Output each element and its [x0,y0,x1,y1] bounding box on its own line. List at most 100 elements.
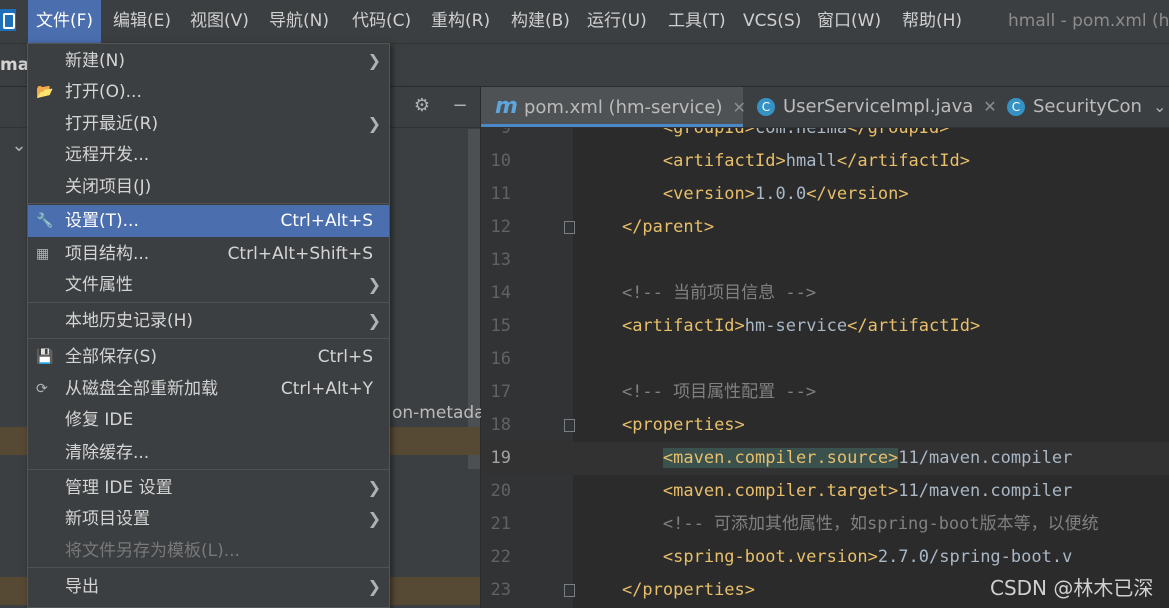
chevron-right-icon: ❯ [367,51,381,70]
code-line[interactable]: 15 <artifactId>hm-service</artifactId> [481,310,1169,343]
line-number[interactable]: 15 [481,310,511,343]
code-line[interactable]: 21 <!-- 可添加其他属性，如spring-boot版本等，以便统 [481,508,1169,541]
minimize-icon[interactable]: − [449,95,471,117]
menu-item[interactable]: 🔧 设置(T)... Ctrl+Alt+S [28,205,389,237]
code-line[interactable]: 10 <artifactId>hmall</artifactId> [481,145,1169,178]
chevron-right-icon: ❯ [367,577,381,596]
code-line[interactable]: 19 <maven.compiler.source>11/maven.compi… [481,442,1169,475]
menu-window[interactable]: 窗口(W) [809,0,889,43]
menu-build[interactable]: 构建(B) [503,0,578,43]
window-title: hmall - pom.xml (hm [1008,11,1169,31]
fold-icon[interactable] [564,584,575,597]
menu-item[interactable]: 打开最近(R) ❯ [28,108,389,140]
line-number[interactable]: 9 [481,128,511,145]
menu-item[interactable]: 导出 ❯ [28,571,389,603]
menu-item[interactable]: 修复 IDE [28,404,389,436]
project-structure-icon: ▦ [36,246,50,262]
close-icon[interactable]: ✕ [733,88,746,128]
code-line[interactable]: 16 [481,343,1169,376]
menu-separator [28,338,389,339]
menu-item[interactable]: ⟳ 从磁盘全部重新加载 Ctrl+Alt+Y [28,373,389,405]
chevron-down-icon[interactable]: ⌄ [1153,87,1166,127]
tab-pom-xml[interactable]: m pom.xml (hm-service) ✕ [481,87,746,128]
fold-icon[interactable] [564,221,575,234]
menu-item-label: 修复 IDE [65,410,134,430]
line-number[interactable]: 13 [481,244,511,277]
tab-securityconfig[interactable]: C SecurityCon [1007,87,1142,127]
menu-help[interactable]: 帮助(H) [894,0,970,43]
code-line[interactable]: 13 [481,244,1169,277]
menu-item[interactable]: 管理 IDE 设置 ❯ [28,472,389,504]
menu-item-label: 设置(T)... [65,211,139,231]
menu-item[interactable]: 关闭项目(J) [28,171,389,203]
menu-separator [28,567,389,568]
menu-item: 将文件另存为模板(L)... [28,535,389,567]
menu-item[interactable]: 新项目设置 ❯ [28,503,389,535]
line-number[interactable]: 12 [481,211,511,244]
line-number[interactable]: 17 [481,376,511,409]
line-number[interactable]: 11 [481,178,511,211]
menu-item-label: 打开最近(R) [65,114,159,134]
code-line[interactable]: 11 <version>1.0.0</version> [481,178,1169,211]
line-number[interactable]: 14 [481,277,511,310]
menu-item-label: 导出 [65,577,99,597]
code-line[interactable]: 12 </parent> [481,211,1169,244]
code-text: <artifactId>hmall</artifactId> [662,151,970,171]
line-number[interactable]: 18 [481,409,511,442]
line-number[interactable]: 20 [481,475,511,508]
menu-refactor[interactable]: 重构(R) [423,0,498,43]
menu-item[interactable]: 文件属性 ❯ [28,269,389,301]
line-number[interactable]: 16 [481,343,511,376]
menu-tools[interactable]: 工具(T) [660,0,734,43]
menu-item[interactable]: 💾 全部保存(S) Ctrl+S [28,341,389,373]
code-text: <spring-boot.version>2.7.0/spring-boot.v [662,547,1073,567]
menu-item-label: 项目结构... [65,244,150,264]
menu-item[interactable]: 本地历史记录(H) ❯ [28,305,389,337]
menu-item[interactable]: ▦ 项目结构... Ctrl+Alt+Shift+S [28,238,389,270]
code-line[interactable]: 20 <maven.compiler.target>11/maven.compi… [481,475,1169,508]
gear-icon[interactable]: ⚙ [411,95,433,117]
menu-item[interactable]: 📂 打开(O)... [28,76,389,108]
tab-userserviceimpl[interactable]: C UserServiceImpl.java ✕ [757,87,997,127]
watermark: CSDN @林木已深 [990,576,1154,600]
code-line[interactable]: 14 <!-- 当前项目信息 --> [481,277,1169,310]
editor-tabs: m pom.xml (hm-service) ✕ C UserServiceImpl.… [481,87,1169,128]
menu-separator [28,469,389,470]
menu-code[interactable]: 代码(C) [344,0,419,43]
menu-vcs[interactable]: VCS(S) [735,0,809,43]
reload-icon: ⟳ [36,381,48,397]
maven-icon: m [495,94,518,119]
menu-separator [28,302,389,303]
code-text: <!-- 可添加其他属性，如spring-boot版本等，以便统 [581,514,1099,534]
menu-item[interactable]: 新建(N) ❯ [28,45,389,77]
menu-item[interactable]: 远程开发... [28,139,389,171]
menu-item[interactable]: 清除缓存... [28,437,389,469]
breadcrumb[interactable]: ma [0,44,29,86]
line-number[interactable]: 21 [481,508,511,541]
app-logo-icon[interactable] [0,9,16,31]
tree-item-label[interactable]: on-metada [392,403,485,423]
code-line[interactable]: 22 <spring-boot.version>2.7.0/spring-boo… [481,541,1169,574]
menu-file[interactable]: 文件(F) [28,0,102,43]
close-icon[interactable]: ✕ [983,87,996,127]
code-line[interactable]: 9 <groupId>com.heima</groupId> [481,128,1169,145]
code-text: <properties> [621,415,745,435]
menu-item-label: 文件属性 [65,275,133,295]
menu-view[interactable]: 视图(V) [182,0,257,43]
line-number[interactable]: 22 [481,541,511,574]
menu-run[interactable]: 运行(U) [579,0,655,43]
line-number[interactable]: 23 [481,574,511,607]
menu-navigate[interactable]: 导航(N) [261,0,337,43]
class-icon: C [1007,98,1025,116]
code-editor[interactable]: 9 <groupId>com.heima</groupId> 10 <artifa… [481,128,1169,608]
chevron-right-icon: ❯ [367,311,381,330]
menu-item-shortcut: Ctrl+S [317,347,373,367]
line-number[interactable]: 10 [481,145,511,178]
file-menu-dropdown: 新建(N) ❯ 📂 打开(O)... 打开最近(R) ❯ 远程开发... 关闭项目(J) 🔧 设置… [27,43,390,608]
fold-icon[interactable] [564,419,575,432]
menu-edit[interactable]: 编辑(E) [105,0,179,43]
code-text: </properties> [621,580,756,600]
code-line[interactable]: 17 <!-- 项目属性配置 --> [481,376,1169,409]
code-line[interactable]: 18 <properties> [481,409,1169,442]
line-number[interactable]: 19 [481,442,511,475]
